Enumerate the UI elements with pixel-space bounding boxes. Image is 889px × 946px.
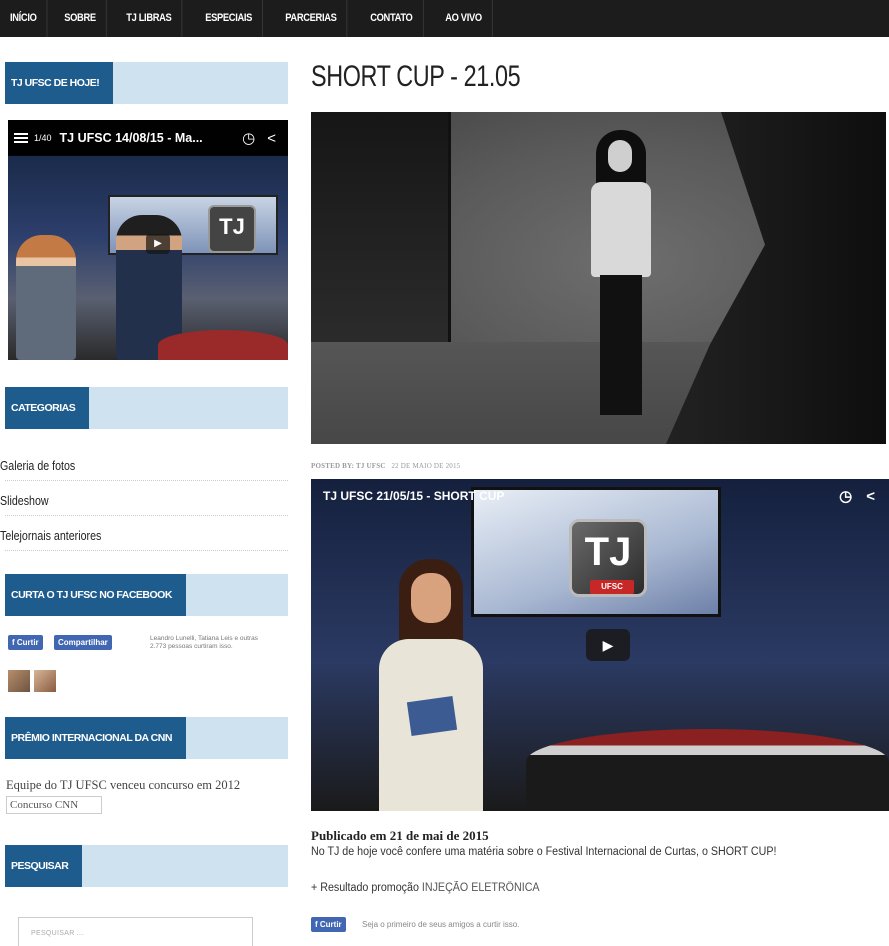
widget-heading-search: PESQUISAR — [5, 845, 288, 887]
promo-highlight: INJEÇÃO ELETRÔNICA — [421, 882, 540, 894]
studio-desk — [526, 729, 889, 811]
avatar[interactable] — [8, 670, 30, 692]
clock-icon[interactable]: ◷ — [242, 129, 255, 147]
presenter — [586, 130, 656, 420]
facebook-like-button[interactable]: f Curtir — [311, 917, 346, 932]
widget-heading-tj-today: TJ UFSC DE HOJE! — [5, 62, 288, 104]
search-input[interactable]: PESQUISAR ... — [18, 917, 253, 946]
share-icon[interactable]: < — [267, 130, 276, 147]
post-video-player[interactable]: TJ UFSC TJ UFSC 21/05/15 - SHORT CUP ◷ <… — [311, 479, 889, 811]
share-icon[interactable]: < — [866, 488, 875, 505]
logo-subtext: UFSC — [590, 580, 634, 594]
facebook-share-button[interactable]: Compartilhar — [54, 635, 112, 650]
widget-heading-categories: CATEGORIAS — [5, 387, 288, 429]
nav-item-contato[interactable]: CONTATO — [360, 0, 424, 37]
like-label: Curtir — [16, 638, 39, 647]
category-link-galeria[interactable]: Galeria de fotos — [0, 458, 236, 473]
byline-author[interactable]: POSTED BY: TJ UFSC — [311, 462, 386, 470]
nav-item-tj-libras[interactable]: TJ LIBRAS — [116, 0, 183, 37]
video-title[interactable]: TJ UFSC 21/05/15 - SHORT CUP — [323, 489, 839, 503]
nav-item-ao-vivo[interactable]: AO VIVO — [435, 0, 493, 37]
byline-date: 22 DE MAIO DE 2015 — [391, 462, 461, 470]
cnn-award-image[interactable]: Concurso CNN — [6, 796, 102, 814]
facebook-social-text: Leandro Lunelli, Tatiana Leis e outras 2… — [150, 635, 258, 650]
studio-monitor — [311, 112, 451, 342]
post-featured-image[interactable] — [311, 112, 886, 444]
logo-text: TJ — [584, 530, 632, 574]
video-thumbnail: TJ — [8, 155, 288, 360]
avatar[interactable] — [34, 670, 56, 692]
studio-desk — [158, 330, 288, 360]
clock-icon[interactable]: ◷ — [839, 487, 852, 505]
widget-title: PESQUISAR — [5, 845, 83, 887]
like-prompt-text: Seja o primeiro de seus amigos a curtir … — [362, 920, 520, 929]
promo-prefix: + Resultado promoção — [311, 882, 422, 894]
tj-logo: TJ UFSC — [569, 519, 647, 597]
divider — [5, 550, 288, 551]
category-link-slideshow[interactable]: Slideshow — [0, 493, 236, 508]
presenter — [371, 559, 491, 811]
video-title-bar: 1/40 TJ UFSC 14/08/15 - Ma... ◷ < — [8, 120, 288, 156]
post-title[interactable]: SHORT CUP - 21.05 — [311, 60, 521, 94]
play-icon[interactable]: ▶ — [586, 629, 630, 661]
post-body: No TJ de hoje você confere uma matéria s… — [311, 846, 777, 858]
presenter-left — [16, 235, 76, 360]
widget-title: TJ UFSC DE HOJE! — [5, 62, 114, 104]
widget-heading-cnn: PRÊMIO INTERNACIONAL DA CNN — [5, 717, 288, 759]
nav-item-inicio[interactable]: INÍCIO — [10, 0, 48, 37]
top-nav: INÍCIO SOBRE TJ LIBRAS ESPECIAIS PARCERI… — [0, 0, 889, 37]
play-icon[interactable]: ▶ — [146, 234, 170, 254]
widget-title: CATEGORIAS — [5, 387, 90, 429]
studio-camera — [666, 112, 886, 444]
cnn-description: Equipe do TJ UFSC venceu concurso em 201… — [6, 778, 241, 792]
sidebar-video-player[interactable]: TJ 1/40 TJ UFSC 14/08/15 - Ma... ◷ < ▶ — [8, 120, 288, 360]
like-label: Curtir — [319, 920, 342, 929]
widget-heading-facebook: CURTA O TJ UFSC NO FACEBOOK — [5, 574, 288, 616]
tj-logo: TJ — [208, 205, 256, 253]
published-date: Publicado em 21 de mai de 2015 — [311, 828, 489, 843]
widget-title: CURTA O TJ UFSC NO FACEBOOK — [5, 574, 186, 616]
video-title[interactable]: TJ UFSC 14/08/15 - Ma... — [60, 131, 243, 145]
nav-item-sobre[interactable]: SOBRE — [54, 0, 108, 37]
post-byline: POSTED BY: TJ UFSC 22 DE MAIO DE 2015 — [311, 462, 460, 470]
playlist-icon[interactable] — [14, 133, 28, 143]
nav-item-parcerias[interactable]: PARCERIAS — [275, 0, 348, 37]
facebook-like-button[interactable]: f Curtir — [8, 635, 43, 650]
video-title-bar: TJ UFSC 21/05/15 - SHORT CUP ◷ < — [311, 479, 889, 513]
nav-item-especiais[interactable]: ESPECIAIS — [195, 0, 263, 37]
divider — [5, 480, 288, 481]
image-alt-text: Concurso CNN — [10, 799, 79, 811]
playlist-count: 1/40 — [34, 133, 52, 143]
divider — [5, 515, 288, 516]
widget-title: PRÊMIO INTERNACIONAL DA CNN — [5, 717, 186, 759]
promo-line: + Resultado promoção INJEÇÃO ELETRÔNICA — [311, 882, 540, 894]
category-link-telejornais[interactable]: Telejornais anteriores — [0, 528, 236, 543]
